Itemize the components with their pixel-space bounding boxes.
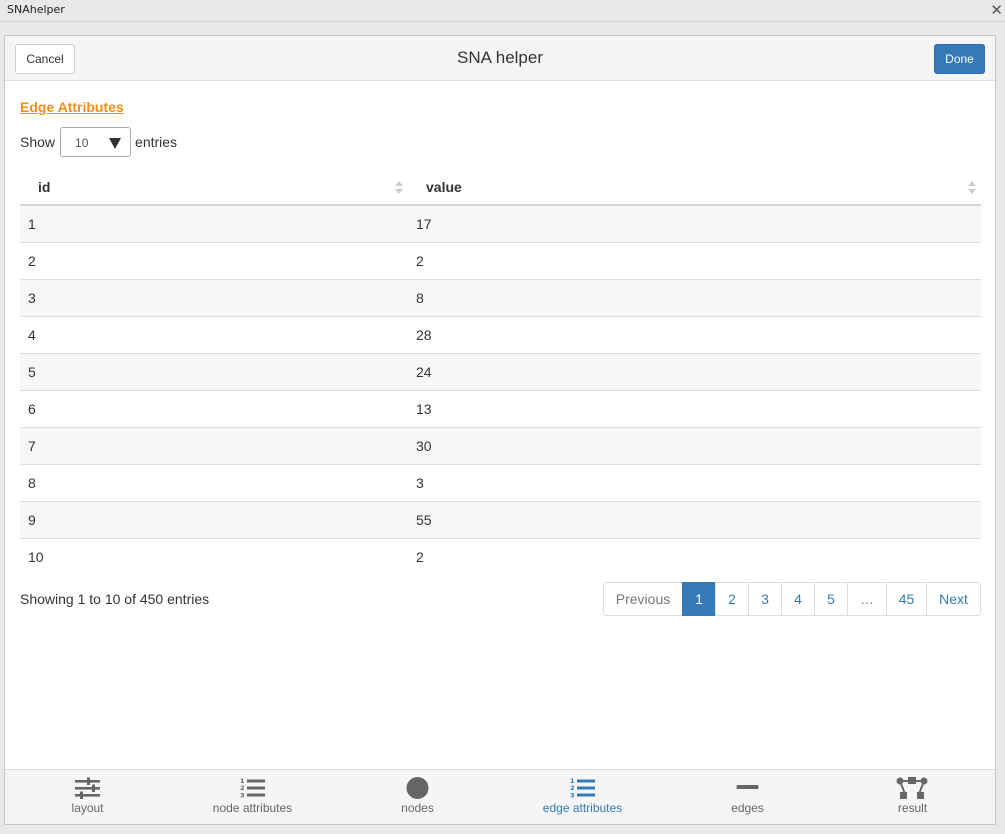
sliders-icon: [75, 777, 100, 799]
svg-text:3: 3: [240, 792, 245, 800]
nav-item-node-attributes[interactable]: 1 2 3 node attributes: [170, 770, 335, 825]
table-row[interactable]: 9 55: [20, 500, 981, 538]
cell-id: 6: [20, 389, 408, 427]
table-row[interactable]: 7 30: [20, 426, 981, 464]
nav-item-layout[interactable]: layout: [5, 770, 170, 825]
cancel-button[interactable]: Cancel: [15, 44, 75, 74]
dialog-header: SNA helper Cancel Done: [5, 36, 995, 81]
sort-icon: [395, 181, 403, 195]
cell-id: 9: [20, 500, 408, 538]
window-titlebar: SNAhelper ✕: [0, 0, 1005, 22]
page-button-45[interactable]: 45: [886, 582, 927, 616]
dialog: SNA helper Cancel Done Edge Attributes S…: [4, 35, 996, 825]
page-button-1[interactable]: 1: [682, 582, 716, 616]
cell-value: 28: [408, 315, 981, 353]
network-icon: [896, 777, 928, 799]
table-row[interactable]: 4 28: [20, 315, 981, 353]
cell-value: 17: [408, 205, 981, 242]
numbered-list-icon: 1 2 3: [240, 777, 265, 799]
table-row[interactable]: 10 2: [20, 537, 981, 575]
table-info: Showing 1 to 10 of 450 entries: [20, 591, 210, 607]
svg-text:3: 3: [570, 792, 575, 800]
cell-id: 7: [20, 426, 408, 464]
cell-value: 13: [408, 389, 981, 427]
cell-value: 24: [408, 352, 981, 390]
previous-page-button[interactable]: Previous: [603, 582, 683, 616]
nav-label: edge attributes: [542, 801, 623, 815]
entries-select-value: 10: [75, 136, 89, 150]
cell-id: 8: [20, 463, 408, 501]
sort-icon: [968, 181, 976, 195]
show-label: Show: [20, 134, 56, 150]
circle-icon: [406, 777, 429, 799]
nav-label: result: [897, 801, 928, 815]
dropdown-arrow-icon: [109, 138, 122, 149]
nav-label: edges: [731, 801, 764, 815]
nav-item-edges[interactable]: edges: [665, 770, 830, 825]
cell-value: 2: [408, 537, 981, 575]
table-row[interactable]: 22: [20, 241, 981, 279]
entries-select[interactable]: 10: [60, 127, 132, 157]
cell-value: 8: [408, 278, 981, 316]
numbered-list-icon: 1 2 3: [570, 777, 595, 799]
page-button-2[interactable]: 2: [715, 582, 749, 616]
column-header-id[interactable]: id: [20, 169, 408, 206]
nav-item-nodes[interactable]: nodes: [335, 770, 500, 825]
column-header-label: id: [38, 179, 51, 195]
page-button-4[interactable]: 4: [781, 582, 815, 616]
nav-item-edge-attributes[interactable]: 1 2 3 edge attributes: [500, 770, 665, 825]
cell-value: 55: [408, 500, 981, 538]
pagination-ellipsis: …: [847, 582, 887, 616]
bottom-nav: layout 1 2 3 node attributes nodes 1 2 3…: [5, 769, 995, 824]
table-row[interactable]: 6 13: [20, 389, 981, 427]
table-row[interactable]: 5 24: [20, 352, 981, 390]
nav-label: layout: [71, 801, 104, 815]
cell-value: 3: [408, 463, 981, 501]
table-row[interactable]: 1 17: [20, 205, 981, 242]
done-button[interactable]: Done: [934, 44, 985, 74]
edge-attributes-table: id value 1 17 2 2 3 8 4 28 5 24 6 13 7 30 8 3 9 55 10 2: [20, 169, 981, 575]
cell-id: 5: [20, 352, 408, 390]
cell-id: 2: [20, 241, 408, 279]
window-close-icon[interactable]: ✕: [990, 1, 1003, 19]
page-button-3[interactable]: 3: [748, 582, 782, 616]
entries-label: entries: [135, 134, 178, 150]
entries-length-control: Show 10 entries: [20, 127, 177, 157]
pagination: Previous 1 2 3 4 5 … 45 Next: [603, 582, 981, 616]
nav-label: node attributes: [212, 801, 293, 815]
window-title: SNAhelper: [7, 3, 65, 16]
nav-item-result[interactable]: result: [830, 770, 995, 825]
next-page-button[interactable]: Next: [926, 582, 981, 616]
cell-id: 4: [20, 315, 408, 353]
table-header-row: id value: [20, 169, 981, 206]
column-header-label: value: [426, 179, 462, 195]
cell-value: 2: [408, 241, 981, 279]
table-row[interactable]: 38: [20, 278, 981, 316]
cell-value: 30: [408, 426, 981, 464]
page-button-5[interactable]: 5: [814, 582, 848, 616]
dialog-title: SNA helper: [457, 48, 543, 67]
cell-id: 1: [20, 205, 408, 242]
cell-id: 3: [20, 278, 408, 316]
minus-icon: [736, 785, 759, 789]
nav-label: nodes: [401, 801, 434, 815]
table-row[interactable]: 83: [20, 463, 981, 501]
cell-id: 10: [20, 537, 408, 575]
column-header-value[interactable]: value: [408, 169, 981, 206]
section-title: Edge Attributes: [20, 99, 124, 115]
